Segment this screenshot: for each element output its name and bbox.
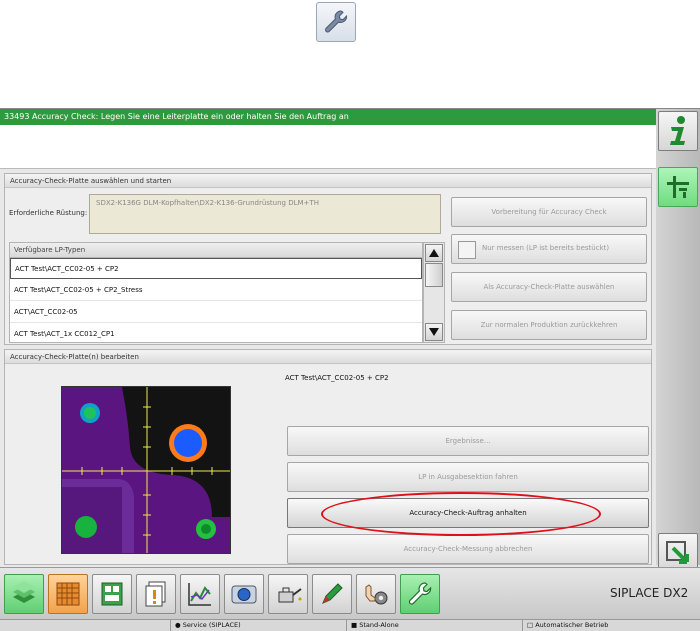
status-stand-alone: ■ Stand-Alone bbox=[346, 620, 522, 631]
message-area bbox=[0, 125, 656, 169]
status-service-text: Service (SIPLACE) bbox=[182, 621, 241, 629]
pen-icon bbox=[322, 583, 343, 604]
abort-measurement-button[interactable]: Accuracy-Check-Messung abbrechen bbox=[287, 534, 649, 564]
list-item[interactable]: ACT Test\ACT_1x CC012_CP1 bbox=[10, 324, 422, 342]
select-plate-panel-title: Accuracy-Check-Platte auswählen und star… bbox=[5, 174, 651, 188]
camera-icon bbox=[231, 585, 257, 604]
arrow-up-icon bbox=[429, 249, 439, 257]
pen-button[interactable] bbox=[312, 574, 352, 614]
status-mode: □ Automatischer Betrieb bbox=[522, 620, 700, 631]
scroll-down-button[interactable] bbox=[425, 323, 443, 341]
required-setup-field: SDX2-K136G DLM-Kopfhalter\DX2-K136-Grund… bbox=[89, 194, 441, 234]
pcb-type-list-header: Verfügbare LP-Typen bbox=[9, 242, 423, 258]
list-item[interactable]: ACT Test\ACT_CC02-05 + CP2_Stress bbox=[10, 280, 422, 301]
exit-arrow-icon bbox=[666, 541, 689, 564]
wrench-icon bbox=[408, 582, 432, 605]
chart-icon bbox=[188, 583, 211, 606]
list-item[interactable]: ACT Test\ACT_CC02-05 + CP2 bbox=[10, 258, 422, 279]
person-icon: ● bbox=[175, 621, 181, 629]
report-button[interactable] bbox=[136, 574, 176, 614]
selected-plate-name: ACT Test\ACT_CC02-05 + CP2 bbox=[285, 374, 389, 382]
results-button[interactable]: Ergebnisse... bbox=[287, 426, 649, 456]
measure-only-toggle[interactable]: Nur messen (LP ist bereits bestückt) bbox=[451, 234, 647, 264]
service-wrench-button[interactable] bbox=[400, 574, 440, 614]
list-scrollbar[interactable] bbox=[423, 242, 445, 343]
plate-camera-image bbox=[61, 386, 231, 554]
info-icon bbox=[670, 116, 685, 145]
camera-button[interactable] bbox=[224, 574, 264, 614]
wrench-icon-button[interactable] bbox=[316, 2, 356, 42]
edit-plate-panel: Accuracy-Check-Platte(n) bearbeiten ACT … bbox=[4, 349, 652, 565]
move-pcb-to-output-button[interactable]: LP in Ausgabesektion fahren bbox=[287, 462, 649, 492]
status-stand-alone-text: Stand-Alone bbox=[359, 621, 399, 629]
siplace-app-window: 33493 Accuracy Check: Legen Sie eine Lei… bbox=[0, 108, 700, 631]
brand-label: SIPLACE DX2 bbox=[610, 586, 689, 600]
chart-button[interactable] bbox=[180, 574, 220, 614]
grid-button[interactable] bbox=[48, 574, 88, 614]
machine-icon: ■ bbox=[351, 621, 358, 629]
right-side-bar bbox=[656, 109, 700, 573]
oil-can-button[interactable] bbox=[268, 574, 308, 614]
report-icon bbox=[145, 581, 166, 607]
arrow-down-icon bbox=[429, 328, 439, 336]
hand-gear-icon bbox=[365, 584, 388, 605]
measure-only-label: Nur messen (LP ist bereits bestückt) bbox=[482, 244, 610, 252]
layout-button[interactable] bbox=[658, 167, 698, 207]
message-title-bar: 33493 Accuracy Check: Legen Sie eine Lei… bbox=[0, 109, 656, 125]
layout-icon bbox=[667, 176, 689, 198]
stack-icon bbox=[13, 581, 35, 603]
status-mode-text: Automatischer Betrieb bbox=[535, 621, 609, 629]
stop-accuracy-check-job-button[interactable]: Accuracy-Check-Auftrag anhalten bbox=[287, 498, 649, 528]
pcb-type-list[interactable]: ACT Test\ACT_CC02-05 + CP2 ACT Test\ACT_… bbox=[9, 258, 423, 343]
scroll-up-button[interactable] bbox=[425, 244, 443, 262]
bottom-toolbar: SIPLACE DX2 bbox=[0, 567, 700, 619]
mode-icon: □ bbox=[527, 621, 534, 629]
prepare-accuracy-check-button[interactable]: Vorbereitung für Accuracy Check bbox=[451, 197, 647, 227]
grid-icon bbox=[56, 582, 80, 606]
oil-can-icon bbox=[278, 587, 302, 603]
info-button[interactable] bbox=[658, 111, 698, 151]
status-service: ● Service (SIPLACE) bbox=[170, 620, 346, 631]
list-item[interactable]: ACT\ACT_CC02-05 bbox=[10, 302, 422, 323]
board-button[interactable] bbox=[92, 574, 132, 614]
measure-only-checkbox[interactable] bbox=[458, 241, 476, 259]
manual-settings-button[interactable] bbox=[356, 574, 396, 614]
wrench-icon bbox=[325, 10, 348, 33]
board-icon bbox=[101, 582, 123, 606]
required-setup-label: Erforderliche Rüstung: bbox=[9, 209, 88, 217]
scrollbar-thumb[interactable] bbox=[425, 263, 443, 287]
select-plate-panel: Accuracy-Check-Platte auswählen und star… bbox=[4, 173, 652, 345]
select-as-check-plate-button[interactable]: Als Accuracy-Check-Platte auswählen bbox=[451, 272, 647, 302]
status-bar: ● Service (SIPLACE) ■ Stand-Alone □ Auto… bbox=[0, 619, 700, 631]
edit-plate-panel-title: Accuracy-Check-Platte(n) bearbeiten bbox=[5, 350, 651, 364]
production-button[interactable] bbox=[4, 574, 44, 614]
back-to-production-button[interactable]: Zur normalen Produktion zurückkehren bbox=[451, 310, 647, 340]
